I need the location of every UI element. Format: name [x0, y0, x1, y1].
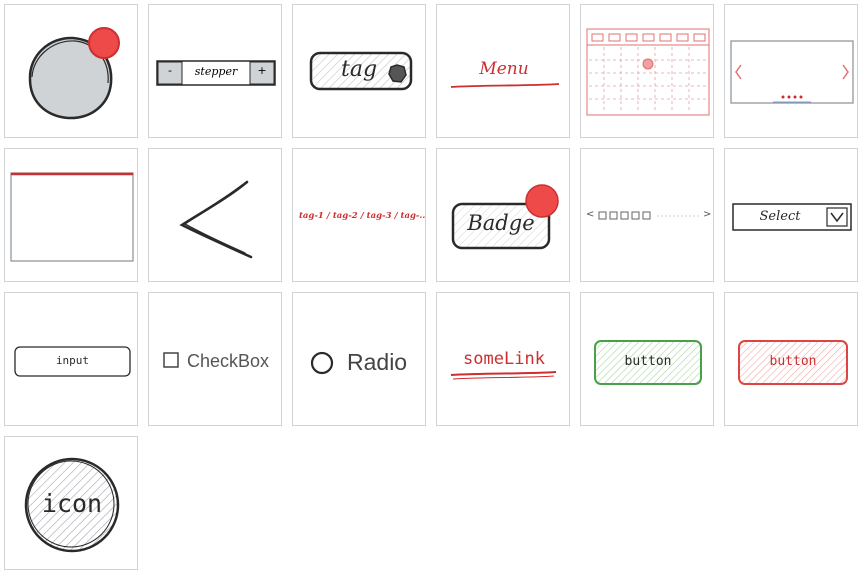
badge-tile: Badge — [436, 148, 570, 282]
breadcrumb-tile: tag-1 / tag-2 / tag-3 / tag-... — [292, 148, 426, 282]
checkbox-tile: CheckBox — [148, 292, 282, 426]
carousel-tile — [724, 4, 858, 138]
menu-tile: Menu — [436, 4, 570, 138]
stepper-value: stepper — [194, 65, 238, 78]
radio-circle-icon[interactable] — [310, 351, 334, 375]
select-value[interactable]: Select — [733, 209, 827, 224]
notification-dot-icon — [88, 27, 120, 59]
calendar-tile — [580, 4, 714, 138]
back-arrow-tile — [148, 148, 282, 282]
stepper-tile: - stepper + — [148, 4, 282, 138]
button-red-tile: button — [724, 292, 858, 426]
panel-tile — [4, 148, 138, 282]
pagination-next[interactable]: > — [703, 209, 711, 220]
input-tile: input — [4, 292, 138, 426]
breadcrumb[interactable]: tag-1 / tag-2 / tag-3 / tag-... — [299, 211, 425, 221]
radio-label[interactable]: Radio — [347, 349, 407, 376]
stepper-decrement-button[interactable]: - — [158, 64, 182, 77]
icon-label: icon — [41, 489, 103, 518]
chevron-left-icon[interactable] — [149, 149, 282, 282]
select-tile: Select — [724, 148, 858, 282]
avatar-tile — [4, 4, 138, 138]
checkbox-box-icon[interactable] — [163, 352, 179, 368]
link-tile: someLink — [436, 292, 570, 426]
menu-item[interactable]: Menu — [437, 59, 569, 79]
icon-tile: icon — [4, 436, 138, 570]
tag-label: tag — [341, 57, 378, 82]
button-red[interactable]: button — [739, 354, 847, 369]
tag-tile: tag — [292, 4, 426, 138]
component-grid: - stepper + tag Menu tag-1 / tag-2 / tag… — [4, 4, 860, 572]
badge-label: Badge — [467, 211, 535, 235]
some-link[interactable]: someLink — [437, 349, 569, 369]
pagination-tile: < > — [580, 148, 714, 282]
checkbox-label[interactable]: CheckBox — [187, 351, 269, 372]
button-green[interactable]: button — [595, 354, 701, 369]
carousel-icon — [730, 40, 854, 104]
avatar-icon[interactable] — [5, 5, 138, 138]
button-green-tile: button — [580, 292, 714, 426]
tag-remove-icon[interactable] — [388, 64, 407, 83]
text-input[interactable]: input — [15, 354, 130, 367]
radio-tile: Radio — [292, 292, 426, 426]
stepper-increment-button[interactable]: + — [250, 64, 274, 77]
calendar-icon[interactable] — [581, 5, 714, 138]
